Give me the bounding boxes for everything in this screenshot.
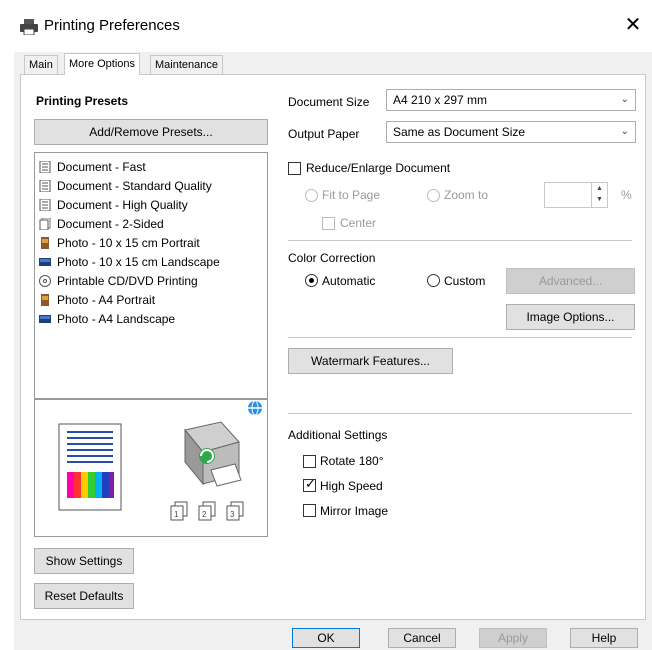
printer-illustration-icon — [184, 421, 242, 487]
output-paper-label: Output Paper — [288, 127, 360, 141]
preset-label: Photo - 10 x 15 cm Landscape — [57, 255, 220, 269]
mirror-image-checkbox[interactable] — [303, 504, 316, 517]
chevron-down-icon: ⌄ — [620, 126, 629, 137]
automatic-label: Automatic — [322, 274, 376, 288]
printing-presets-heading: Printing Presets — [36, 94, 129, 108]
divider — [288, 337, 632, 338]
stepper-arrows[interactable]: ▲ ▼ — [591, 183, 607, 207]
watermark-features-button[interactable]: Watermark Features... — [288, 348, 453, 374]
document-size-value: A4 210 x 297 mm — [393, 93, 488, 107]
zoom-percent-stepper[interactable]: ▲ ▼ — [544, 182, 608, 208]
divider — [288, 240, 632, 241]
reset-defaults-button[interactable]: Reset Defaults — [34, 583, 134, 609]
percent-sign: % — [621, 188, 632, 202]
preset-item-document-fast[interactable]: Document - Fast — [39, 158, 146, 176]
ok-button[interactable]: OK — [292, 628, 360, 648]
preset-item-photo-10x15-portrait[interactable]: Photo - 10 x 15 cm Portrait — [39, 234, 200, 252]
high-speed-label: High Speed — [320, 479, 383, 493]
svg-text:1: 1 — [174, 510, 179, 519]
preset-item-document-2sided[interactable]: Document - 2-Sided — [39, 215, 164, 233]
page-preview-icon — [58, 423, 122, 511]
output-paper-value: Same as Document Size — [393, 125, 526, 139]
preset-item-photo-a4-portrait[interactable]: Photo - A4 Portrait — [39, 291, 155, 309]
document-size-label: Document Size — [288, 95, 370, 109]
svg-text:2: 2 — [202, 510, 207, 519]
show-settings-button[interactable]: Show Settings — [34, 548, 134, 574]
additional-settings-label: Additional Settings — [288, 428, 388, 442]
disc-icon — [39, 275, 51, 287]
preset-label: Document - Fast — [57, 160, 146, 174]
svg-text:3: 3 — [230, 510, 235, 519]
color-correction-label: Color Correction — [288, 251, 376, 265]
preset-label: Document - High Quality — [57, 198, 188, 212]
preset-item-document-high[interactable]: Document - High Quality — [39, 196, 188, 214]
automatic-radio[interactable] — [305, 274, 318, 287]
photo-landscape-icon — [39, 313, 51, 325]
advanced-button[interactable]: Advanced... — [506, 268, 635, 294]
photo-portrait-icon — [39, 237, 51, 249]
preset-item-cd-dvd[interactable]: Printable CD/DVD Printing — [39, 272, 198, 290]
preset-item-document-standard[interactable]: Document - Standard Quality — [39, 177, 212, 195]
mirror-image-label: Mirror Image — [320, 504, 389, 518]
preset-label: Printable CD/DVD Printing — [57, 274, 198, 288]
presets-list[interactable]: Document - Fast Document - Standard Qual… — [34, 152, 268, 399]
center-label: Center — [340, 216, 377, 230]
document-2sided-icon — [39, 217, 51, 231]
output-paper-select[interactable]: Same as Document Size ⌄ — [386, 121, 636, 143]
custom-radio[interactable] — [427, 274, 440, 287]
divider — [288, 413, 632, 414]
preview-illustration: 1 2 3 — [58, 400, 262, 521]
document-icon — [39, 160, 51, 174]
reduce-enlarge-label: Reduce/Enlarge Document — [306, 161, 451, 175]
content-layer: Printing Presets Add/Remove Presets... D… — [0, 0, 652, 650]
print-preview: 1 2 3 — [34, 399, 268, 537]
fit-to-page-radio[interactable] — [305, 189, 318, 202]
preset-label: Photo - A4 Portrait — [57, 293, 156, 307]
apply-button[interactable]: Apply — [479, 628, 547, 648]
zoom-to-radio[interactable] — [427, 189, 440, 202]
center-checkbox[interactable] — [322, 217, 335, 230]
preset-item-photo-10x15-landscape[interactable]: Photo - 10 x 15 cm Landscape — [39, 253, 220, 271]
add-remove-presets-button[interactable]: Add/Remove Presets... — [34, 119, 268, 145]
high-speed-checkbox[interactable]: ✓ — [303, 476, 316, 492]
document-icon — [39, 179, 51, 193]
document-icon — [39, 198, 51, 212]
rotate-180-checkbox[interactable] — [303, 455, 316, 468]
copies-icon: 1 2 3 — [170, 501, 244, 521]
chevron-down-icon: ⌄ — [620, 94, 629, 105]
preset-label: Document - Standard Quality — [57, 179, 212, 193]
zoom-to-label: Zoom to — [444, 188, 489, 202]
rotate-180-label: Rotate 180° — [320, 454, 384, 468]
fit-to-page-label: Fit to Page — [322, 188, 381, 202]
custom-label: Custom — [444, 274, 486, 288]
preset-label: Photo - A4 Landscape — [57, 312, 176, 326]
preset-label: Document - 2-Sided — [57, 217, 164, 231]
image-options-button[interactable]: Image Options... — [506, 304, 635, 330]
globe-icon — [248, 400, 262, 416]
preset-item-photo-a4-landscape[interactable]: Photo - A4 Landscape — [39, 310, 175, 328]
cancel-button[interactable]: Cancel — [388, 628, 456, 648]
reduce-enlarge-checkbox[interactable] — [288, 162, 301, 175]
photo-portrait-icon — [39, 294, 51, 306]
preset-label: Photo - 10 x 15 cm Portrait — [57, 236, 200, 250]
photo-landscape-icon — [39, 256, 51, 268]
help-button[interactable]: Help — [570, 628, 638, 648]
document-size-select[interactable]: A4 210 x 297 mm ⌄ — [386, 89, 636, 111]
